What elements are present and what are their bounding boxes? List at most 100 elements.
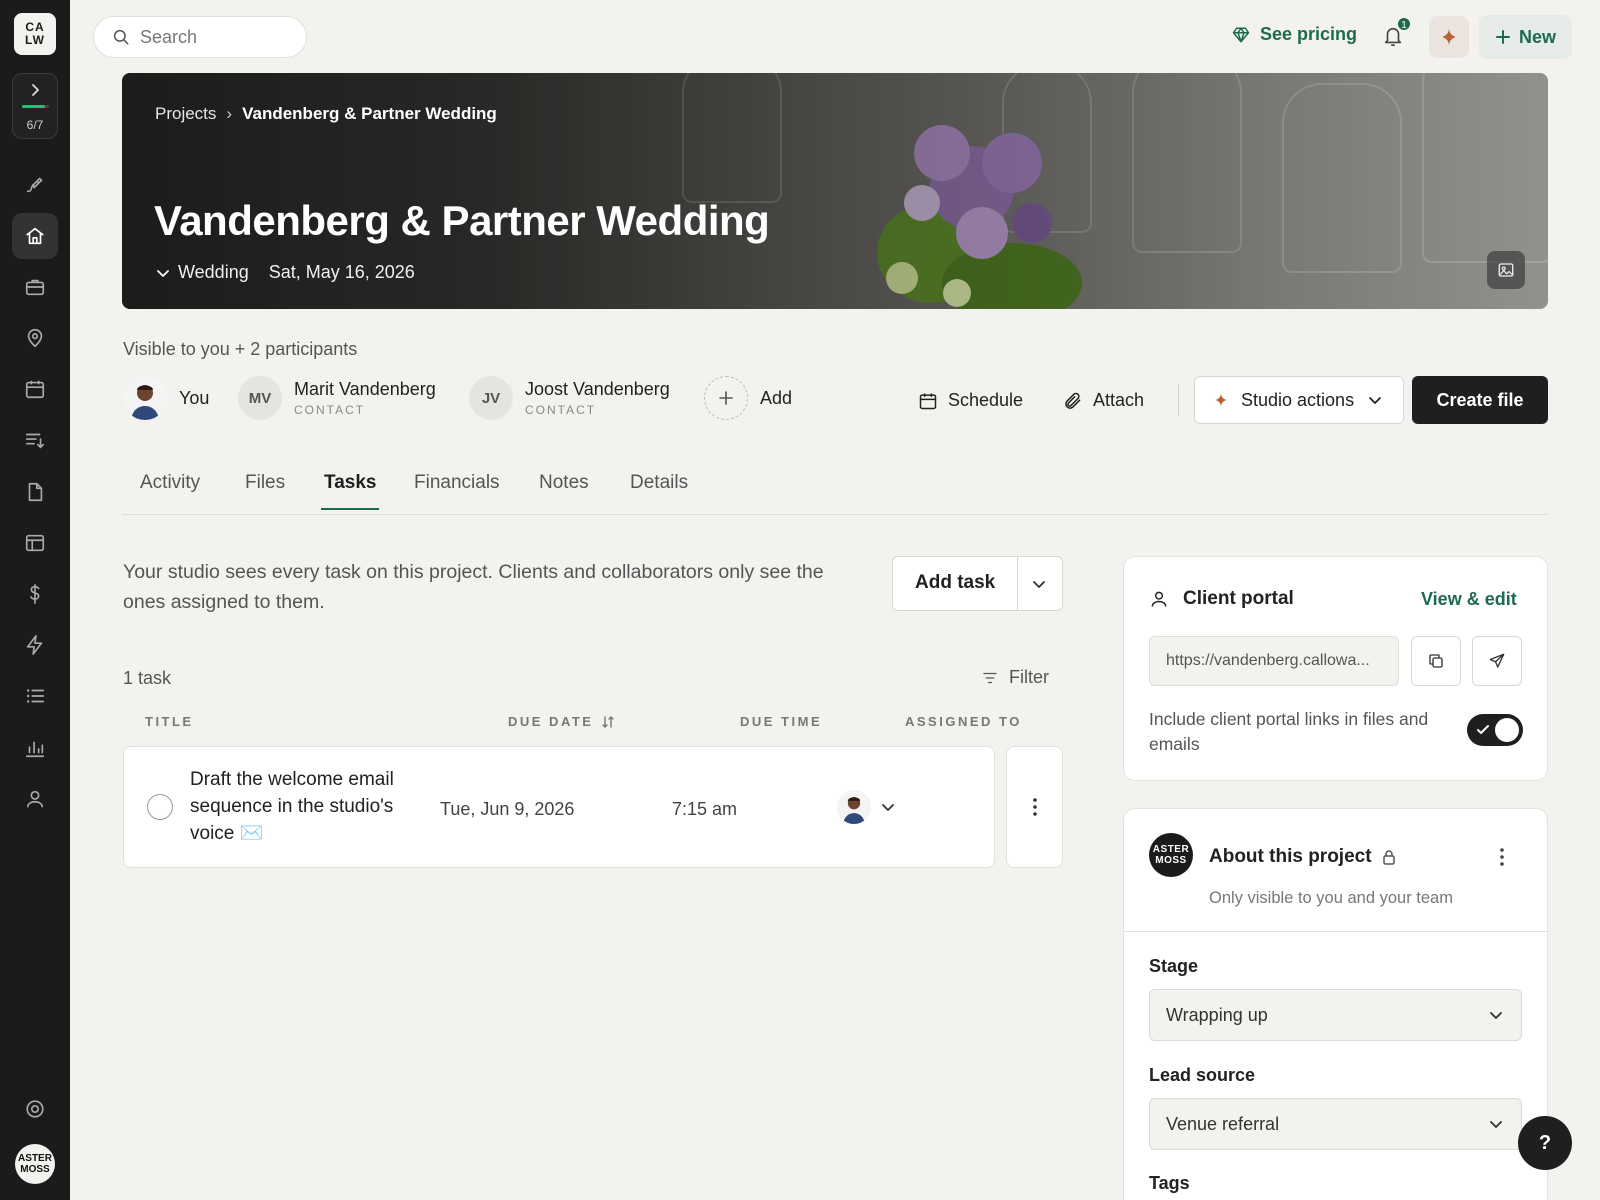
tab-files[interactable]: Files bbox=[245, 472, 285, 508]
plus-icon bbox=[1495, 30, 1510, 44]
chevron-down-icon bbox=[1369, 397, 1381, 404]
lead-source-select[interactable]: Venue referral bbox=[1149, 1098, 1522, 1150]
progress-label: 6/7 bbox=[26, 118, 44, 132]
filter-button[interactable]: Filter bbox=[981, 667, 1049, 688]
participant-you[interactable]: You bbox=[123, 376, 209, 420]
participant-role: CONTACT bbox=[294, 403, 366, 417]
lock-icon bbox=[1382, 850, 1395, 865]
user-icon bbox=[1151, 591, 1167, 607]
sidebar-item-automations[interactable] bbox=[12, 622, 58, 668]
sidebar-item-lists[interactable] bbox=[12, 673, 58, 719]
chevron-down-icon[interactable] bbox=[156, 266, 170, 280]
studio-actions-button[interactable]: Studio actions bbox=[1194, 376, 1404, 424]
divider bbox=[1017, 557, 1018, 610]
search-icon bbox=[113, 29, 129, 45]
attach-label: Attach bbox=[1093, 390, 1145, 410]
copy-link-button[interactable] bbox=[1411, 636, 1461, 686]
divider bbox=[1178, 383, 1179, 417]
sparkle-icon bbox=[1215, 393, 1227, 407]
progress-fill bbox=[22, 105, 46, 108]
include-portal-links-text: Include client portal links in files and… bbox=[1149, 709, 1429, 754]
filter-icon bbox=[983, 672, 997, 683]
file-icon bbox=[28, 482, 43, 502]
add-participant-button[interactable]: Add bbox=[704, 376, 792, 420]
sidebar-item-pipeline[interactable] bbox=[12, 417, 58, 463]
view-edit-link[interactable]: View & edit bbox=[1421, 589, 1517, 610]
user-avatar[interactable]: ASTER MOSS bbox=[15, 1144, 55, 1184]
create-file-button[interactable]: Create file bbox=[1412, 376, 1548, 424]
sidebar-item-reports[interactable] bbox=[12, 725, 58, 771]
stage-select[interactable]: Wrapping up bbox=[1149, 989, 1522, 1041]
list-icon bbox=[26, 689, 45, 703]
tab-tasks[interactable]: Tasks bbox=[321, 472, 380, 510]
ai-assistant-button[interactable] bbox=[1429, 16, 1469, 58]
notification-badge: 1 bbox=[1396, 16, 1412, 32]
sidebar-item-templates[interactable] bbox=[12, 520, 58, 566]
add-circle bbox=[704, 376, 748, 420]
sidebar-item-settings[interactable] bbox=[12, 1086, 58, 1132]
person-photo-icon bbox=[123, 376, 167, 420]
sparkle-icon bbox=[1442, 28, 1456, 46]
add-task-button[interactable]: Add task bbox=[915, 572, 995, 594]
search-bar[interactable] bbox=[93, 16, 307, 58]
task-count: 1 task bbox=[123, 668, 172, 688]
studio-logo[interactable]: CA LW bbox=[14, 13, 56, 55]
schedule-label: Schedule bbox=[948, 390, 1024, 410]
sidebar-item-finances[interactable] bbox=[12, 571, 58, 617]
change-cover-button[interactable] bbox=[1487, 251, 1525, 289]
project-meta: Wedding Sat, May 16, 2026 bbox=[156, 262, 415, 283]
column-header-due-time: DUE TIME bbox=[740, 714, 823, 729]
include-portal-links-toggle[interactable] bbox=[1467, 714, 1523, 746]
portal-url-field[interactable]: https://vandenberg.callowa... bbox=[1149, 636, 1399, 686]
onboarding-progress[interactable]: 6/7 bbox=[12, 73, 58, 139]
sidebar-item-calendar[interactable] bbox=[12, 366, 58, 412]
avatar: MV bbox=[238, 376, 282, 420]
more-vertical-icon[interactable] bbox=[1499, 847, 1505, 867]
new-button[interactable]: New bbox=[1479, 15, 1572, 59]
table-row[interactable]: Draft the welcome email sequence in the … bbox=[123, 746, 995, 868]
project-date[interactable]: Sat, May 16, 2026 bbox=[269, 262, 415, 283]
project-tabs: Activity Files Tasks Financials Notes De… bbox=[122, 460, 1548, 515]
see-pricing-link[interactable]: See pricing bbox=[1232, 24, 1357, 45]
task-title[interactable]: Draft the welcome email sequence in the … bbox=[190, 766, 430, 847]
breadcrumb: Projects › Vandenberg & Partner Wedding bbox=[155, 104, 497, 124]
task-assignee-dropdown[interactable] bbox=[837, 790, 895, 824]
task-more-button[interactable] bbox=[1006, 746, 1063, 868]
breadcrumb-projects[interactable]: Projects bbox=[155, 104, 216, 124]
sidebar-item-home[interactable] bbox=[12, 213, 58, 259]
column-header-due-date[interactable]: DUE DATE bbox=[508, 714, 615, 729]
tab-financials[interactable]: Financials bbox=[414, 472, 500, 508]
notifications-button[interactable]: 1 bbox=[1382, 16, 1412, 48]
project-type[interactable]: Wedding bbox=[178, 262, 249, 283]
task-due-time[interactable]: 7:15 am bbox=[672, 799, 737, 820]
client-portal-title: Client portal bbox=[1149, 588, 1294, 610]
column-header-title: TITLE bbox=[145, 714, 194, 729]
chevron-down-icon[interactable] bbox=[1032, 577, 1046, 591]
sidebar-item-projects[interactable] bbox=[12, 264, 58, 310]
participant-joost[interactable]: JV Joost Vandenberg CONTACT bbox=[469, 376, 670, 420]
sidebar-item-locations[interactable] bbox=[12, 315, 58, 361]
help-button[interactable]: ? bbox=[1518, 1116, 1572, 1170]
about-project-title: About this project bbox=[1209, 846, 1396, 868]
breadcrumb-separator: › bbox=[226, 104, 233, 123]
tab-activity[interactable]: Activity bbox=[140, 472, 200, 508]
avatar bbox=[837, 790, 871, 824]
task-complete-checkbox[interactable] bbox=[147, 794, 173, 820]
tab-details[interactable]: Details bbox=[630, 472, 688, 508]
schedule-button[interactable]: Schedule bbox=[918, 390, 1023, 411]
search-input[interactable] bbox=[140, 26, 290, 48]
avatar bbox=[123, 376, 167, 420]
tab-notes[interactable]: Notes bbox=[539, 472, 589, 508]
see-pricing-label: See pricing bbox=[1260, 24, 1358, 44]
attach-button[interactable]: Attach bbox=[1063, 390, 1144, 411]
chevron-right-icon bbox=[32, 84, 39, 96]
participant-marit[interactable]: MV Marit Vandenberg CONTACT bbox=[238, 376, 436, 420]
task-due-date[interactable]: Tue, Jun 9, 2026 bbox=[440, 799, 574, 820]
chevron-down-icon bbox=[882, 804, 894, 811]
sidebar-item-files[interactable] bbox=[12, 469, 58, 515]
send-link-button[interactable] bbox=[1472, 636, 1522, 686]
sidebar-item-design[interactable] bbox=[12, 161, 58, 207]
client-portal-card: Client portal View & edit https://vanden… bbox=[1123, 556, 1548, 781]
sidebar-item-contacts[interactable] bbox=[12, 776, 58, 822]
plus-icon bbox=[719, 391, 733, 405]
